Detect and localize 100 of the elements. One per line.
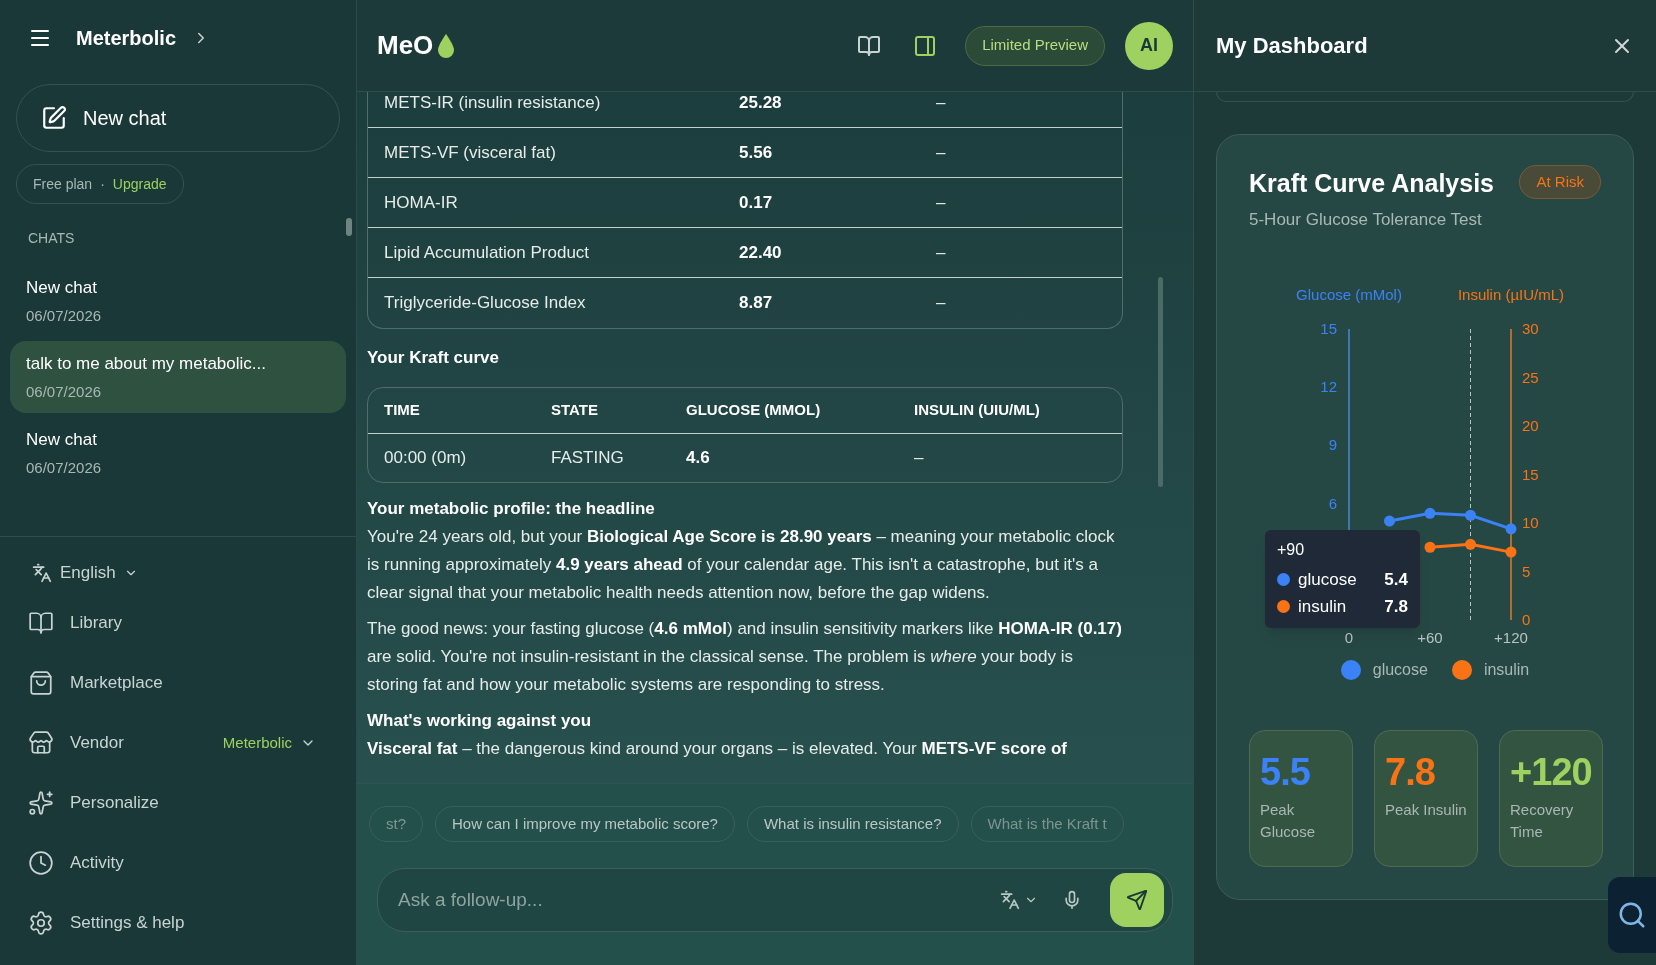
- translate-icon: [32, 563, 52, 583]
- nav-label: Personalize: [70, 792, 159, 815]
- send-icon: [1126, 889, 1148, 911]
- column-header: STATE: [551, 399, 599, 420]
- column-header: TIME: [384, 399, 421, 420]
- nav-item[interactable]: Vendor Meterbolic: [0, 713, 356, 773]
- data-point: [1424, 541, 1436, 553]
- tick-label: 15: [1522, 465, 1539, 483]
- book-icon: [28, 610, 54, 636]
- nav-label: Settings & help: [70, 912, 185, 935]
- stat-value: 5.5: [1260, 753, 1311, 791]
- nav-label: Activity: [70, 852, 124, 875]
- translate-icon: [1000, 890, 1020, 910]
- nav-item[interactable]: Activity: [0, 833, 356, 893]
- message-paragraph: The good news: your fasting glucose (4.6 mMol) and insulin sensitivity markers like HOMA-IR (0.17) are solid. You're not insulin-resistant in the classical sense. The problem is where your body is storing fat and how your metabolic systems are responding to stress.: [367, 617, 1123, 696]
- table-cell-text: 00:00 (0m): [384, 446, 468, 469]
- table-cell-text: FASTING: [551, 446, 625, 469]
- legend-label: glucose: [1372, 660, 1428, 680]
- chat-date: 06/07/2026: [26, 457, 103, 478]
- nav-label: Marketplace: [70, 672, 163, 695]
- axis-title: Glucose (mMol): [1296, 286, 1402, 303]
- scrollbar-thumb[interactable]: [1158, 277, 1163, 487]
- chat-item[interactable]: New chat 06/07/2026: [10, 265, 346, 337]
- tick-label: 0: [1522, 611, 1531, 628]
- series-value: 5.4: [1384, 568, 1408, 591]
- send-button[interactable]: [1110, 873, 1164, 927]
- table-cell-text: 8.87: [739, 292, 774, 315]
- panel-title: My Dashboard: [1216, 32, 1368, 60]
- preview-badge: Limited Preview: [965, 25, 1105, 66]
- table-cell-text: METS-IR (insulin resistance): [384, 92, 602, 114]
- tick-label: 9: [1328, 436, 1337, 454]
- tick-label: 10: [1522, 514, 1539, 531]
- table-cell-text: –: [936, 141, 946, 164]
- chat-date: 06/07/2026: [26, 305, 103, 326]
- column-header: INSULIN (UIU/ML): [914, 399, 1040, 420]
- chat-title: New chat: [26, 429, 98, 451]
- nav-item[interactable]: Personalize: [0, 773, 356, 833]
- tick-label: 15: [1320, 320, 1337, 337]
- stat-label: Peak Glucose: [1260, 800, 1317, 842]
- table-cell-text: –: [914, 446, 924, 469]
- stat-value: +120: [1510, 753, 1592, 791]
- nav-item[interactable]: Marketplace: [0, 653, 356, 713]
- message-heading: Your metabolic profile: the headline: [367, 497, 656, 520]
- drop-icon: [437, 32, 456, 59]
- axis-title: Insulin (µIU/mL): [1457, 286, 1565, 303]
- tick-label: +120: [1494, 629, 1528, 646]
- tick-label: 6: [1328, 494, 1337, 512]
- nav-item[interactable]: Settings & help: [0, 893, 356, 953]
- table-cell-text: 5.56: [739, 141, 774, 164]
- scrollbar-thumb[interactable]: [346, 218, 352, 236]
- gear-icon: [28, 910, 54, 936]
- chat-title: talk to me about my metabolic...: [26, 353, 267, 375]
- avatar[interactable]: AI: [1125, 21, 1173, 70]
- tooltip-title: +90: [1277, 540, 1306, 560]
- table-cell-text: 22.40: [739, 241, 783, 264]
- series-name: glucose: [1298, 568, 1357, 591]
- table-cell-text: 0.17: [739, 191, 774, 214]
- store-icon: [28, 730, 54, 756]
- nav-item[interactable]: Library: [0, 593, 356, 653]
- data-point: [1505, 523, 1517, 535]
- message-paragraph: Visceral fat – the dangerous kind around your organs – is elevated. Your METS-VF score of: [367, 737, 1068, 760]
- microphone-icon: [1062, 890, 1082, 910]
- upgrade-link[interactable]: Upgrade: [112, 173, 167, 195]
- table-cell-text: –: [936, 292, 946, 315]
- clock-icon: [28, 850, 54, 876]
- table-cell-text: HOMA-IR: [384, 191, 459, 214]
- tick-label: 12: [1320, 378, 1337, 396]
- status-badge: At Risk: [1519, 165, 1601, 199]
- legend-label: insulin: [1483, 660, 1530, 680]
- message-heading: What's working against you: [367, 709, 593, 732]
- sparkles-icon: [28, 790, 54, 816]
- search-icon: [1617, 900, 1647, 930]
- message-paragraph: You're 24 years old, but your Biological Age Score is 28.90 years – meaning your metabolic clock is running approximately 4.9 years ahead of your calendar age. This isn't a catastrophe, but it's a clear signal that your metabolic health needs attention now, before the gap widens.: [367, 525, 1116, 604]
- tick-label: 0: [1344, 629, 1354, 646]
- nav-label: Vendor: [70, 732, 124, 755]
- input-bar[interactable]: Ask a follow-up...: [377, 868, 1173, 932]
- data-point: [1505, 546, 1517, 558]
- message-input[interactable]: Ask a follow-up...: [398, 885, 1000, 915]
- table-cell-text: Lipid Accumulation Product: [384, 241, 591, 264]
- table-cell-text: METS-VF (visceral fat): [384, 141, 557, 164]
- nav-label: Library: [70, 612, 122, 635]
- tick-label: 5: [1522, 562, 1531, 580]
- table-cell-text: Triglyceride-Glucose Index: [384, 292, 587, 315]
- microphone-button[interactable]: [1062, 890, 1082, 910]
- panel-toggle-button[interactable]: [913, 33, 938, 58]
- column-header: GLUCOSE (MMOL): [686, 399, 822, 420]
- section-label: CHATS: [27, 229, 76, 248]
- vendor-value: Meterbolic: [222, 732, 292, 753]
- library-button[interactable]: [857, 33, 882, 58]
- translate-button[interactable]: [1000, 890, 1038, 910]
- stat-label: Peak Insulin: [1385, 800, 1468, 820]
- chat-item[interactable]: New chat 06/07/2026: [10, 417, 346, 489]
- stat-value: 7.8: [1385, 753, 1436, 791]
- tick-label: +60: [1417, 629, 1443, 646]
- table-cell-text: –: [936, 92, 946, 114]
- language-selector[interactable]: English: [0, 553, 356, 593]
- section-heading: Your Kraft curve: [367, 347, 500, 369]
- table-cell-text: 25.28: [739, 92, 783, 114]
- search-button[interactable]: [1608, 877, 1656, 953]
- chat-item[interactable]: talk to me about my metabolic... 06/07/2026: [10, 341, 346, 413]
